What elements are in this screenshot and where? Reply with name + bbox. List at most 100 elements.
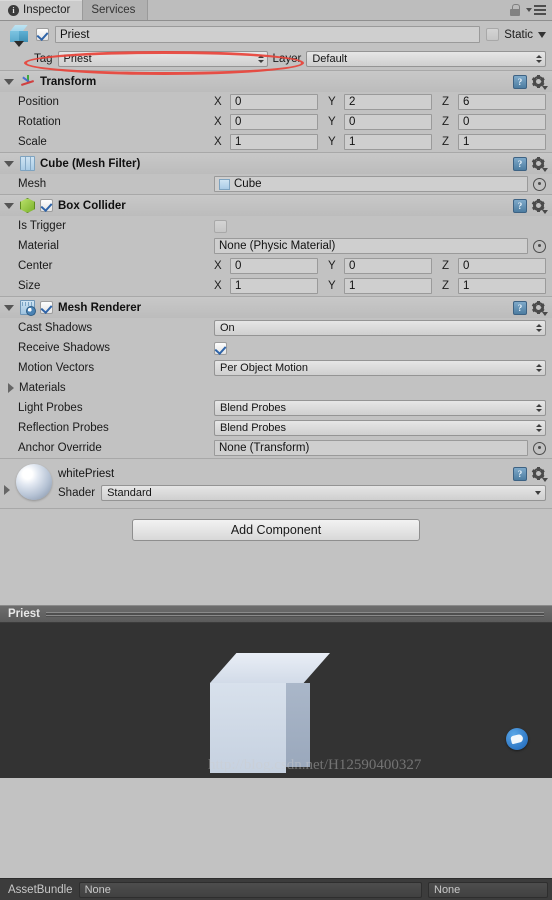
help-icon[interactable]: ? — [513, 74, 527, 89]
center-z-input[interactable]: 0 — [458, 258, 546, 274]
gear-icon[interactable] — [532, 467, 548, 482]
help-icon[interactable]: ? — [513, 198, 527, 213]
anchor-override-object-field[interactable]: None (Transform) — [214, 440, 528, 456]
property-row-anchor-override: Anchor Override None (Transform) — [0, 438, 552, 458]
lock-icon[interactable] — [510, 4, 520, 16]
asset-bundle-name-dropdown[interactable]: None — [78, 881, 422, 898]
position-y-input[interactable]: 2 — [344, 94, 432, 110]
reflection-probes-value: Blend Probes — [220, 422, 287, 434]
size-z-input[interactable]: 1 — [458, 278, 546, 294]
help-icon[interactable]: ? — [513, 300, 527, 315]
add-component-button[interactable]: Add Component — [132, 519, 420, 541]
shader-value: Standard — [107, 486, 152, 499]
preview-resize-grip[interactable] — [45, 611, 544, 617]
light-probes-value: Blend Probes — [220, 402, 287, 414]
foldout-arrow-icon[interactable] — [4, 304, 14, 311]
property-row-is-trigger: Is Trigger — [0, 216, 552, 236]
gear-icon[interactable] — [532, 75, 548, 90]
tab-services[interactable]: Services — [83, 0, 149, 20]
position-z-input[interactable]: 6 — [458, 94, 546, 110]
foldout-arrow-icon[interactable] — [4, 160, 14, 167]
preview-body[interactable]: http://blog.csdn.net/H12590400327 — [0, 623, 552, 778]
axis-x-label: X — [214, 260, 222, 272]
light-probes-dropdown[interactable]: Blend Probes — [214, 400, 546, 416]
foldout-arrow-icon[interactable] — [4, 202, 14, 209]
property-row-center: Center X 0 Y 0 Z 0 — [0, 256, 552, 276]
help-icon[interactable]: ? — [513, 466, 527, 481]
mesh-renderer-enabled-checkbox[interactable] — [40, 301, 53, 314]
asset-bundle-bar: AssetBundle None None — [0, 878, 552, 900]
component-mesh-renderer: Mesh Renderer ? Cast Shadows On Receive … — [0, 296, 552, 458]
position-x-input[interactable]: 0 — [230, 94, 318, 110]
cast-shadows-dropdown[interactable]: On — [214, 320, 546, 336]
property-row-rotation: Rotation X 0 Y 0 Z 0 — [0, 112, 552, 132]
component-box-collider-header[interactable]: Box Collider ? — [0, 195, 552, 216]
motion-vectors-dropdown[interactable]: Per Object Motion — [214, 360, 546, 376]
gear-icon[interactable] — [532, 157, 548, 172]
materials-label-group: Materials — [8, 382, 204, 394]
center-y-input[interactable]: 0 — [344, 258, 432, 274]
component-mesh-renderer-header[interactable]: Mesh Renderer ? — [0, 297, 552, 318]
size-y-input[interactable]: 1 — [344, 278, 432, 294]
reflection-probes-dropdown[interactable]: Blend Probes — [214, 420, 546, 436]
center-x-input[interactable]: 0 — [230, 258, 318, 274]
tag-value: Priest — [63, 53, 92, 65]
physic-material-object-field[interactable]: None (Physic Material) — [214, 238, 528, 254]
property-row-cast-shadows: Cast Shadows On — [0, 318, 552, 338]
property-row-size: Size X 1 Y 1 Z 1 — [0, 276, 552, 296]
static-checkbox[interactable] — [486, 28, 500, 41]
component-header-icons: ? — [513, 156, 548, 172]
is-trigger-checkbox[interactable] — [214, 219, 227, 233]
size-x-input[interactable]: 1 — [230, 278, 318, 294]
mesh-object-field[interactable]: Cube — [214, 176, 528, 192]
foldout-arrow-icon[interactable] — [8, 383, 14, 393]
box-collider-enabled-checkbox[interactable] — [40, 199, 53, 212]
layer-dropdown[interactable]: Default — [306, 51, 546, 67]
anchor-override-picker-icon[interactable] — [533, 441, 546, 455]
mesh-picker-icon[interactable] — [533, 177, 546, 191]
axis-y-label: Y — [328, 96, 336, 108]
asset-bundle-variant-dropdown[interactable]: None — [428, 881, 548, 898]
static-dropdown-icon[interactable] — [538, 31, 546, 38]
foldout-arrow-icon[interactable] — [4, 78, 14, 85]
game-object-enabled-checkbox[interactable] — [36, 28, 49, 41]
gear-icon[interactable] — [532, 199, 548, 214]
rotation-x-input[interactable]: 0 — [230, 114, 318, 130]
component-transform-header[interactable]: Transform ? — [0, 71, 552, 92]
component-box-collider: Box Collider ? Is Trigger Material None … — [0, 194, 552, 296]
scale-z-input[interactable]: 1 — [458, 134, 546, 150]
inspector-empty-space — [0, 553, 552, 605]
scale-y-input[interactable]: 1 — [344, 134, 432, 150]
axis-z-label: Z — [442, 116, 450, 128]
material-foldout-arrow-icon[interactable] — [4, 485, 10, 495]
physic-material-picker-icon[interactable] — [533, 239, 546, 253]
component-mesh-filter-title: Cube (Mesh Filter) — [40, 157, 141, 170]
rotation-z-input[interactable]: 0 — [458, 114, 546, 130]
help-icon[interactable]: ? — [513, 156, 527, 171]
static-toggle-group: Static — [486, 28, 546, 41]
add-component-area: Add Component — [0, 508, 552, 553]
axis-x-label: X — [214, 136, 222, 148]
preview-header[interactable]: Priest — [0, 605, 552, 623]
property-row-materials[interactable]: Materials — [0, 378, 552, 398]
rotation-y-input[interactable]: 0 — [344, 114, 432, 130]
axis-z-label: Z — [442, 96, 450, 108]
scale-x-input[interactable]: 1 — [230, 134, 318, 150]
shader-dropdown[interactable]: Standard — [101, 484, 546, 501]
asset-bundle-label: AssetBundle — [8, 883, 73, 896]
component-mesh-filter-header[interactable]: Cube (Mesh Filter) ? — [0, 153, 552, 174]
component-box-collider-title: Box Collider — [58, 199, 126, 212]
tab-inspector[interactable]: i Inspector — [0, 0, 84, 20]
mesh-filter-icon — [20, 156, 35, 171]
menu-icon[interactable] — [526, 5, 546, 15]
receive-shadows-checkbox[interactable] — [214, 341, 227, 355]
cast-shadows-value: On — [220, 322, 235, 334]
is-trigger-label: Is Trigger — [18, 220, 66, 232]
component-mesh-filter: Cube (Mesh Filter) ? Mesh Cube — [0, 152, 552, 194]
game-object-name-input[interactable]: Priest — [55, 26, 481, 43]
tab-inspector-label: Inspector — [23, 4, 71, 16]
reflection-probes-label: Reflection Probes — [18, 422, 109, 434]
gear-icon[interactable] — [532, 301, 548, 316]
tag-dropdown[interactable]: Priest — [57, 51, 268, 67]
physic-material-value: None (Physic Material) — [219, 240, 336, 252]
